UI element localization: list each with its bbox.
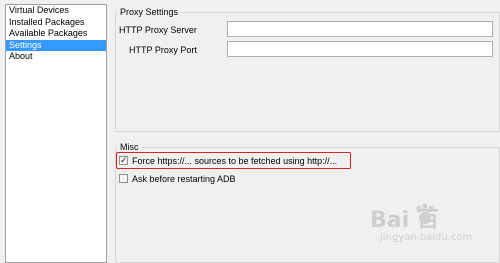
force-https-label: Force https://... sources to be fetched … xyxy=(132,155,338,166)
checkmark-icon: ✓ xyxy=(120,155,128,165)
proxy-settings-title: Proxy Settings xyxy=(117,7,182,17)
force-https-checkbox[interactable]: ✓ xyxy=(119,155,128,165)
sidebar-item-about[interactable]: About xyxy=(6,51,106,63)
misc-title: Misc xyxy=(117,142,142,152)
sidebar-item-available-packages[interactable]: Available Packages xyxy=(6,28,106,40)
baidu-watermark: Bai 百 jingyan.baidu.com xyxy=(370,202,480,252)
watermark-url: jingyan.baidu.com xyxy=(380,232,473,243)
http-proxy-port-input[interactable] xyxy=(227,41,493,57)
sidebar-item-virtual-devices[interactable]: Virtual Devices xyxy=(6,5,106,17)
paw-icon xyxy=(416,203,434,224)
http-proxy-port-label: HTTP Proxy Port xyxy=(129,45,197,55)
http-proxy-server-label: HTTP Proxy Server xyxy=(119,25,197,35)
sdk-manager-window: Virtual Devices Installed Packages Avail… xyxy=(0,0,500,263)
force-https-option[interactable]: ✓ Force https://... sources to be fetche… xyxy=(119,155,337,166)
sidebar-item-settings[interactable]: Settings xyxy=(6,39,106,51)
http-proxy-server-input[interactable] xyxy=(227,21,493,37)
sidebar-item-installed-packages[interactable]: Installed Packages xyxy=(6,17,106,29)
ask-restart-adb-label: Ask before restarting ADB xyxy=(132,173,236,184)
ask-restart-adb-checkbox[interactable] xyxy=(119,174,128,183)
sidebar-list[interactable]: Virtual Devices Installed Packages Avail… xyxy=(5,4,107,263)
ask-restart-adb-option[interactable]: Ask before restarting ADB xyxy=(119,173,236,184)
